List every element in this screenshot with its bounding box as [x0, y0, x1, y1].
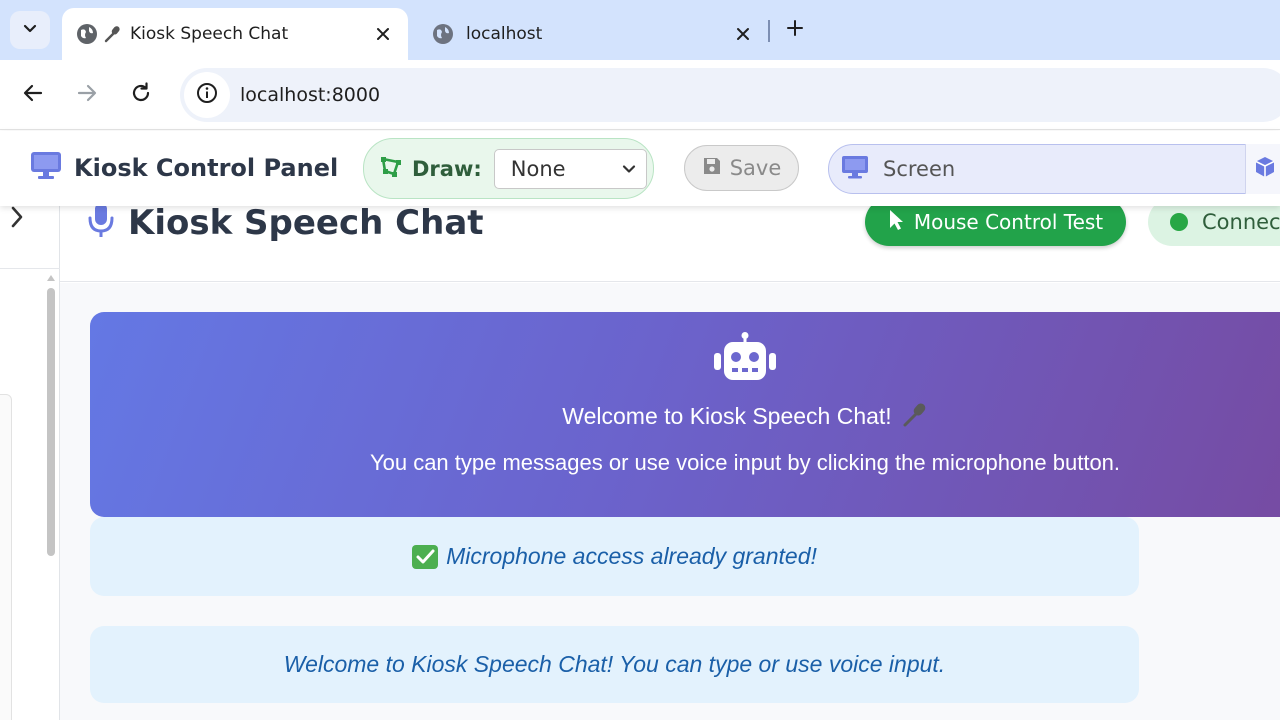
url-text: localhost:8000	[240, 84, 381, 106]
reload-button[interactable]	[124, 78, 158, 112]
draw-control: Draw: None	[363, 138, 654, 199]
sidebar-panel-edge	[0, 394, 12, 720]
draw-label: Draw:	[412, 156, 482, 181]
mouse-pointer-icon	[888, 209, 904, 236]
panel-title: Kiosk Control Panel	[74, 154, 339, 182]
chat-title: Kiosk Speech Chat	[88, 202, 484, 244]
desktop-icon	[841, 155, 869, 183]
tab-title: localhost	[466, 24, 543, 44]
close-icon[interactable]	[732, 23, 754, 45]
welcome-title: Welcome to Kiosk Speech Chat!	[90, 402, 1280, 434]
browser-tab-strip: Kiosk Speech Chat localhost	[0, 0, 1280, 60]
microphone-icon	[88, 202, 114, 244]
close-icon[interactable]	[372, 23, 394, 45]
tab-title: Kiosk Speech Chat	[130, 24, 289, 44]
browser-toolbar: localhost:8000	[0, 60, 1280, 130]
chat-messages-area: Welcome to Kiosk Speech Chat! You can ty…	[60, 283, 1280, 720]
chevron-down-icon	[22, 20, 38, 40]
draw-mode-value: None	[510, 156, 566, 181]
robot-icon	[714, 332, 776, 386]
save-button[interactable]: Save	[684, 145, 799, 191]
cube-icon	[1254, 156, 1276, 182]
info-icon	[196, 82, 218, 108]
globe-icon	[76, 23, 98, 45]
plus-icon	[786, 19, 804, 41]
address-bar[interactable]: localhost:8000	[180, 68, 1280, 122]
site-info-button[interactable]	[184, 72, 230, 118]
floppy-disk-icon	[702, 156, 722, 181]
system-message: Microphone access already granted!	[90, 517, 1139, 596]
welcome-banner: Welcome to Kiosk Speech Chat! You can ty…	[90, 312, 1280, 517]
forward-arrow-icon	[76, 82, 98, 108]
microphone-icon	[902, 402, 928, 434]
microphone-icon	[104, 25, 122, 43]
system-message-text: Welcome to Kiosk Speech Chat! You can ty…	[283, 651, 946, 677]
chevron-right-icon	[9, 206, 25, 232]
mouse-control-label: Mouse Control Test	[913, 210, 1104, 234]
globe-icon	[432, 23, 454, 45]
new-tab-button[interactable]	[780, 15, 810, 45]
status-dot	[1170, 213, 1188, 231]
back-arrow-icon	[22, 82, 44, 108]
back-button[interactable]	[16, 78, 50, 112]
system-message-text: Microphone access already granted!	[446, 543, 817, 569]
forward-button[interactable]	[70, 78, 104, 112]
chevron-down-icon	[622, 157, 636, 181]
check-box-icon	[412, 544, 439, 569]
tab-separator	[768, 20, 770, 42]
tab-localhost[interactable]: localhost	[418, 8, 768, 60]
desktop-icon	[30, 151, 62, 185]
screen-label: Screen	[883, 157, 956, 181]
sidebar-scrollbar[interactable]	[47, 288, 55, 556]
control-panel-bar: Kiosk Control Panel Draw: None Save Scre…	[0, 131, 1280, 206]
sidebar-toggle[interactable]	[4, 206, 30, 232]
draw-shape-icon	[380, 156, 402, 182]
sidebar-divider	[0, 268, 60, 269]
chat-title-text: Kiosk Speech Chat	[128, 203, 484, 243]
save-label: Save	[729, 156, 782, 180]
panel-brand: Kiosk Control Panel	[30, 151, 338, 185]
connection-status-text: Connect	[1202, 210, 1280, 234]
reload-icon	[130, 82, 152, 108]
draw-mode-select[interactable]: None	[493, 148, 647, 189]
welcome-subtitle: You can type messages or use voice input…	[369, 450, 1121, 475]
cube-button[interactable]	[1245, 144, 1280, 194]
sidebar	[0, 206, 60, 720]
welcome-title-text: Welcome to Kiosk Speech Chat!	[562, 403, 892, 430]
tab-search-button[interactable]	[10, 11, 50, 49]
scroll-up-arrow[interactable]	[45, 274, 57, 284]
tab-kiosk-speech-chat[interactable]: Kiosk Speech Chat	[62, 8, 408, 60]
system-message: Welcome to Kiosk Speech Chat! You can ty…	[90, 626, 1139, 703]
screen-selector[interactable]: Screen	[828, 144, 1280, 194]
chat-header: Kiosk Speech Chat Mouse Control Test Con…	[60, 198, 1280, 282]
